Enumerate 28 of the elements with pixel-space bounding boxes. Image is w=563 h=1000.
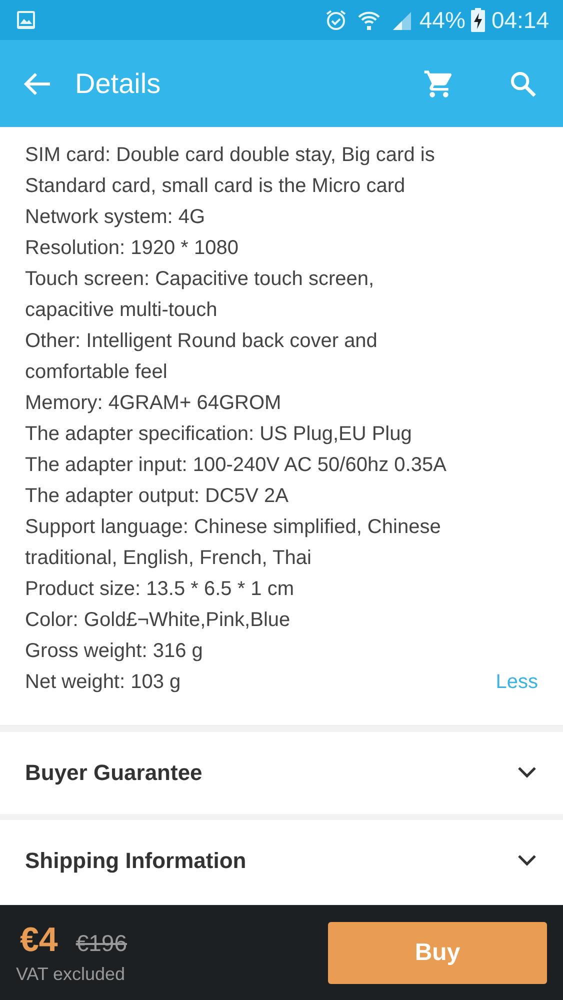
battery-charging-icon: [471, 8, 486, 32]
spec-text: Memory: 4GRAM+ 64GROM: [25, 391, 282, 416]
image-icon: [16, 10, 36, 30]
spec-text: The adapter output: DC5V 2A: [25, 484, 290, 509]
screen-title: Details: [75, 68, 162, 100]
spec-text: Gross weight: 316 g: [25, 639, 204, 664]
spec-text: Support language: Chinese simplified, Chinese traditional, English, French, Thai: [25, 515, 442, 571]
spec-text: Color: Gold£¬White,Pink,Blue: [25, 608, 292, 633]
battery-percentage: 44%: [419, 6, 466, 34]
vat-note: VAT excluded: [16, 964, 126, 984]
clock-time: 04:14: [491, 6, 549, 34]
spec-text: Network system: 4G: [25, 205, 206, 230]
spec-text: Product size: 13.5 * 6.5 * 1 cm: [25, 577, 296, 602]
back-arrow-icon[interactable]: [24, 72, 51, 96]
spec-text: Touch screen: Capacitive touch screen, capacitive multi-touch: [25, 267, 376, 323]
section-title: Shipping Information: [25, 848, 248, 874]
spec-text: Other: Intelligent Round back cover and comfortable feel: [25, 329, 378, 385]
price: €4: [20, 920, 58, 960]
original-price: €196: [76, 930, 127, 956]
spec-text: The adapter specification: US Plug,EU Plug: [25, 422, 413, 447]
spec-text: SIM card: Double card double stay, Big card is Standard card, small card is the Micro card: [25, 143, 436, 199]
alarm-icon: [325, 9, 348, 31]
spec-text: The adapter input: 100-240V AC 50/60hz 0.35A: [25, 453, 448, 478]
spec-text: Net weight: 103 g: [25, 670, 182, 695]
spec-text: Resolution: 1920 * 1080: [25, 236, 240, 261]
section-title: Buyer Guarantee: [25, 760, 204, 786]
search-icon[interactable]: [509, 70, 537, 98]
wifi-icon: [357, 9, 382, 31]
